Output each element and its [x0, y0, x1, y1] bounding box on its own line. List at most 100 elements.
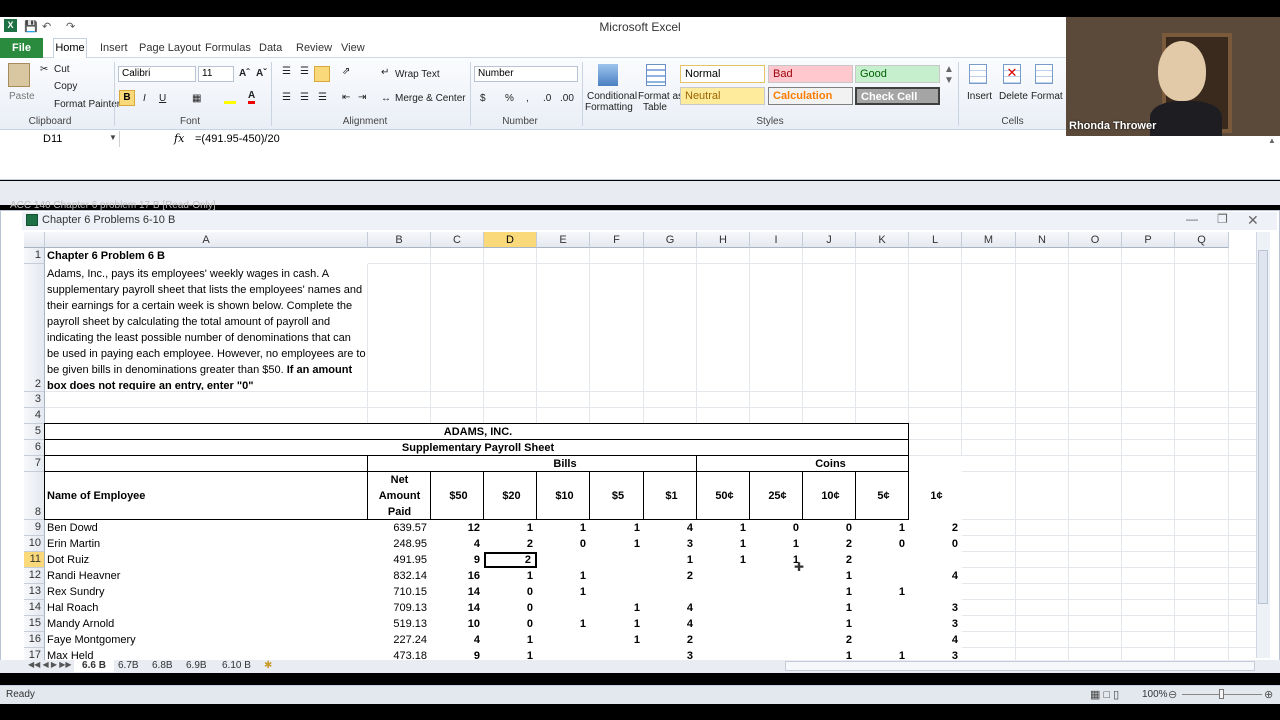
denomination-count-cell[interactable]: 1	[803, 568, 856, 584]
row-header-8[interactable]: 8	[24, 472, 45, 520]
denomination-count-cell[interactable]: 3	[909, 616, 962, 632]
tab-review[interactable]: Review	[296, 40, 332, 58]
denomination-count-cell[interactable]: 1	[750, 536, 803, 552]
merge-center-button[interactable]: Merge & Center	[395, 93, 466, 104]
formula-input[interactable]: =(491.95-450)/20	[195, 133, 280, 145]
column-header-k[interactable]: K	[856, 232, 909, 248]
style-normal[interactable]: Normal	[680, 65, 765, 83]
bills-header[interactable]: Bills	[431, 456, 697, 472]
denomination-count-cell[interactable]	[697, 568, 750, 584]
style-good[interactable]: Good	[855, 65, 940, 83]
denomination-count-cell[interactable]: 3	[644, 648, 697, 660]
close-icon[interactable]: ✕	[1247, 212, 1259, 229]
denomination-count-cell[interactable]: 0	[909, 536, 962, 552]
denomination-count-cell[interactable]	[697, 648, 750, 660]
zoom-level[interactable]: 100%	[1142, 689, 1168, 700]
denomination-count-cell[interactable]	[856, 600, 909, 616]
restore-icon[interactable]: ❐	[1217, 212, 1228, 226]
employee-name-cell[interactable]: Erin Martin	[45, 536, 368, 552]
denomination-header[interactable]: 50¢	[697, 472, 750, 520]
align-middle-icon[interactable]: ☰	[300, 66, 309, 77]
denomination-count-cell[interactable]: 0	[537, 536, 590, 552]
row-header-13[interactable]: 13	[24, 584, 45, 600]
increase-decimal-icon[interactable]: .0	[543, 93, 551, 104]
payroll-sheet-subtitle[interactable]: Supplementary Payroll Sheet	[45, 440, 909, 456]
cell-a2-problem-text[interactable]: Adams, Inc., pays its employees' weekly …	[45, 266, 367, 390]
new-sheet-icon[interactable]: ✱	[264, 660, 272, 672]
column-header-f[interactable]: F	[590, 232, 644, 248]
column-header-o[interactable]: O	[1069, 232, 1122, 248]
header-blank[interactable]	[368, 456, 431, 472]
net-amount-cell[interactable]: 227.24	[368, 632, 431, 648]
wrap-text-icon[interactable]: ↵	[381, 67, 389, 78]
italic-button[interactable]: I	[143, 93, 146, 104]
denomination-count-cell[interactable]: 3	[644, 536, 697, 552]
zoom-slider-thumb[interactable]	[1219, 689, 1224, 699]
number-format-select[interactable]: Number	[474, 66, 578, 82]
denomination-count-cell[interactable]: 4	[644, 600, 697, 616]
denomination-count-cell[interactable]: 1	[484, 568, 537, 584]
sheet-tab-6-10b[interactable]: 6.10 B	[222, 660, 251, 672]
row-header-11[interactable]: 11	[24, 552, 45, 568]
column-header-h[interactable]: H	[697, 232, 750, 248]
denomination-count-cell[interactable]: 2	[644, 632, 697, 648]
denomination-count-cell[interactable]: 0	[803, 520, 856, 536]
style-calculation[interactable]: Calculation	[768, 87, 853, 105]
sheet-tab-6-8b[interactable]: 6.8B	[152, 660, 173, 672]
tab-formulas[interactable]: Formulas	[205, 40, 251, 58]
denomination-header[interactable]: $50	[431, 472, 484, 520]
denomination-header[interactable]: $1	[644, 472, 697, 520]
denomination-count-cell[interactable]: 2	[644, 568, 697, 584]
denomination-count-cell[interactable]: 0	[856, 536, 909, 552]
comma-icon[interactable]: ,	[526, 93, 529, 104]
denomination-count-cell[interactable]: 3	[909, 600, 962, 616]
styles-scroll-icon[interactable]: ▲ ▼	[944, 64, 954, 86]
denomination-count-cell[interactable]: 2	[803, 552, 856, 568]
delete-cells-icon[interactable]: ✕	[1003, 64, 1021, 84]
denomination-count-cell[interactable]	[856, 568, 909, 584]
denomination-count-cell[interactable]	[537, 552, 590, 568]
employee-name-cell[interactable]: Dot Ruiz	[45, 552, 368, 568]
column-header-i[interactable]: I	[750, 232, 803, 248]
conditional-formatting-icon[interactable]	[598, 64, 618, 86]
fill-color-icon[interactable]	[224, 92, 236, 104]
format-cells-icon[interactable]	[1035, 64, 1053, 84]
row-header-16[interactable]: 16	[24, 632, 45, 648]
denomination-count-cell[interactable]: 1	[590, 632, 644, 648]
currency-icon[interactable]: $	[480, 93, 486, 104]
denomination-count-cell[interactable]	[750, 600, 803, 616]
cut-button[interactable]: Cut	[54, 64, 70, 75]
delete-button[interactable]: Delete	[999, 91, 1028, 102]
bold-button[interactable]: B	[119, 90, 135, 106]
employee-name-cell[interactable]: Mandy Arnold	[45, 616, 368, 632]
employee-name-cell[interactable]: Hal Roach	[45, 600, 368, 616]
conditional-formatting-button[interactable]: Conditional	[587, 91, 637, 102]
net-amount-cell[interactable]: 519.13	[368, 616, 431, 632]
increase-indent-icon[interactable]: ⇥	[358, 92, 366, 103]
borders-icon[interactable]: ▦	[192, 93, 201, 104]
insert-cells-icon[interactable]	[969, 64, 987, 84]
denomination-count-cell[interactable]	[697, 616, 750, 632]
column-header-a[interactable]: A	[45, 232, 368, 248]
column-header-j[interactable]: J	[803, 232, 856, 248]
employee-name-cell[interactable]: Randi Heavner	[45, 568, 368, 584]
row-header-4[interactable]: 4	[24, 408, 45, 424]
row-header-1[interactable]: 1	[24, 248, 45, 264]
denomination-count-cell[interactable]: 1	[484, 632, 537, 648]
denomination-count-cell[interactable]: 4	[909, 568, 962, 584]
denomination-count-cell[interactable]	[537, 632, 590, 648]
denomination-header[interactable]: 25¢	[750, 472, 803, 520]
denomination-count-cell[interactable]: 1	[484, 648, 537, 660]
denomination-count-cell[interactable]: 2	[484, 536, 537, 552]
denomination-count-cell[interactable]: 4	[644, 520, 697, 536]
row-header-12[interactable]: 12	[24, 568, 45, 584]
denomination-count-cell[interactable]	[856, 552, 909, 568]
net-amount-cell[interactable]: 710.15	[368, 584, 431, 600]
zoom-out-icon[interactable]: ⊖	[1168, 688, 1177, 701]
employee-name-cell[interactable]: Ben Dowd	[45, 520, 368, 536]
denomination-count-cell[interactable]	[909, 584, 962, 600]
row-header-15[interactable]: 15	[24, 616, 45, 632]
denomination-count-cell[interactable]	[856, 632, 909, 648]
tab-view[interactable]: View	[341, 40, 365, 58]
underline-button[interactable]: U	[159, 93, 166, 104]
